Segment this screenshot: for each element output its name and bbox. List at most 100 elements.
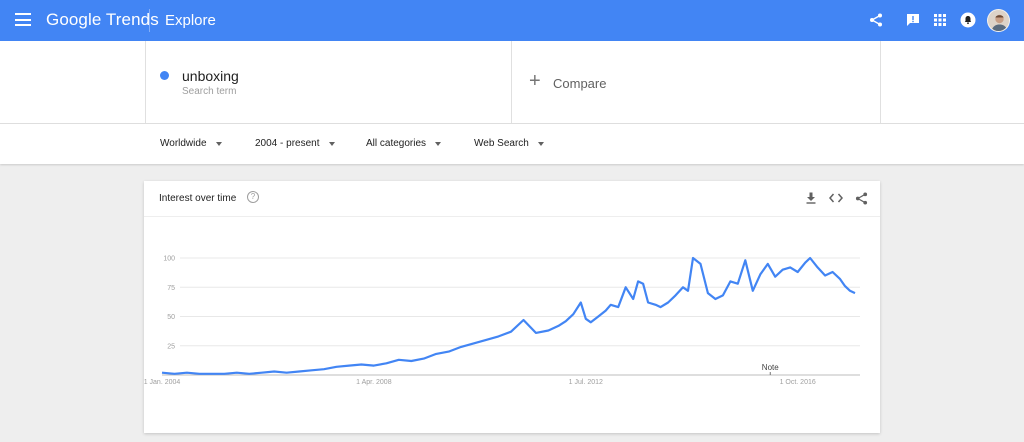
data-point xyxy=(782,269,783,270)
chevron-down-icon xyxy=(537,141,544,146)
embed-icon[interactable] xyxy=(828,190,844,206)
data-point xyxy=(249,373,250,374)
search-term-type: Search term xyxy=(182,86,237,97)
region-label: Worldwide xyxy=(160,138,207,149)
y-tick-label: 25 xyxy=(167,343,175,350)
data-point xyxy=(161,372,162,373)
data-point xyxy=(655,304,656,305)
avatar[interactable] xyxy=(987,9,1010,32)
data-point xyxy=(605,310,606,311)
data-point xyxy=(336,366,337,367)
interest-chart[interactable]: 25 50 75 100 1 Jan. 2004 1 Apr. 2008 1 Jul. 20… xyxy=(144,217,880,433)
download-icon[interactable] xyxy=(803,190,819,206)
data-point xyxy=(722,295,723,296)
data-point xyxy=(436,353,437,354)
data-point xyxy=(224,373,225,374)
category-dropdown[interactable]: All categories xyxy=(366,138,442,149)
app-brand[interactable]: Google Trends xyxy=(46,10,159,30)
share-icon[interactable] xyxy=(853,190,869,206)
data-point xyxy=(573,314,574,315)
data-point xyxy=(844,285,845,286)
data-point xyxy=(760,274,761,275)
data-point xyxy=(373,365,374,366)
y-tick-label: 75 xyxy=(167,285,175,292)
data-point xyxy=(675,295,676,296)
app-header: Google Trends Explore xyxy=(0,0,1024,41)
search-term-name[interactable]: unboxing xyxy=(182,68,239,84)
data-point xyxy=(485,339,486,340)
data-point xyxy=(707,293,708,294)
data-point xyxy=(565,321,566,322)
data-point xyxy=(590,322,591,323)
data-point xyxy=(523,319,524,320)
data-point xyxy=(660,307,661,308)
data-point xyxy=(411,360,412,361)
data-point xyxy=(839,278,840,279)
data-point xyxy=(737,283,738,284)
search-property-dropdown[interactable]: Web Search xyxy=(474,138,544,149)
share-icon[interactable] xyxy=(866,10,886,30)
data-point xyxy=(767,263,768,264)
data-point xyxy=(633,298,634,299)
region-dropdown[interactable]: Worldwide xyxy=(160,138,222,149)
data-point xyxy=(682,287,683,288)
compare-label: Compare xyxy=(553,76,607,91)
series-line xyxy=(161,256,856,375)
time-range-dropdown[interactable]: 2004 - present xyxy=(255,138,335,149)
apps-icon[interactable] xyxy=(930,10,950,30)
data-point xyxy=(625,287,626,288)
data-point xyxy=(810,257,811,258)
data-point xyxy=(643,283,644,284)
data-point xyxy=(849,290,850,291)
data-point xyxy=(745,260,746,261)
filter-bar: Worldwide 2004 - present All categories … xyxy=(0,124,1024,164)
help-icon[interactable]: ? xyxy=(247,191,259,203)
data-point xyxy=(535,332,536,333)
data-point xyxy=(311,370,312,371)
x-tick-label: 1 Apr. 2008 xyxy=(356,379,392,386)
note-label: Note xyxy=(762,363,779,372)
data-point xyxy=(386,363,387,364)
data-point xyxy=(548,330,549,331)
interest-over-time-card: Interest over time ? 25 50 75 100 1 Jan. 200… xyxy=(144,181,880,433)
data-point xyxy=(790,267,791,268)
data-point xyxy=(797,271,798,272)
plus-icon: + xyxy=(529,70,541,92)
interest-chart-svg: 25 50 75 100 1 Jan. 2004 1 Apr. 2008 1 Jul. 20… xyxy=(144,256,860,386)
page-title: Explore xyxy=(165,12,216,29)
data-point xyxy=(715,298,716,299)
data-point xyxy=(700,263,701,264)
data-point xyxy=(261,372,262,373)
data-point xyxy=(498,336,499,337)
x-tick-label: 1 Jan. 2004 xyxy=(144,379,180,386)
chevron-down-icon xyxy=(435,141,442,146)
feedback-icon[interactable] xyxy=(903,10,923,30)
x-tick-label: 1 Oct. 2016 xyxy=(780,379,816,386)
category-label: All categories xyxy=(366,138,427,149)
compare-button[interactable]: + Compare xyxy=(512,41,881,124)
chevron-down-icon xyxy=(215,141,222,146)
search-terms-bar: unboxing Search term + Compare xyxy=(0,41,1024,124)
data-point xyxy=(825,275,826,276)
data-point xyxy=(610,304,611,305)
data-point xyxy=(558,325,559,326)
notifications-icon[interactable] xyxy=(958,10,978,30)
data-point xyxy=(186,372,187,373)
data-point xyxy=(817,267,818,268)
data-point xyxy=(805,262,806,263)
data-point xyxy=(361,364,362,365)
data-point xyxy=(667,302,668,303)
data-point xyxy=(236,372,237,373)
data-point xyxy=(174,373,175,374)
x-tick-label: 1 Jul. 2012 xyxy=(569,379,603,386)
data-point xyxy=(510,331,511,332)
data-point xyxy=(348,365,349,366)
data-point xyxy=(398,359,399,360)
data-point xyxy=(854,293,855,294)
data-point xyxy=(299,371,300,372)
data-point xyxy=(448,351,449,352)
data-point xyxy=(648,302,649,303)
menu-icon[interactable] xyxy=(15,13,31,27)
search-term-card[interactable]: unboxing Search term xyxy=(145,41,512,124)
data-point xyxy=(423,358,424,359)
